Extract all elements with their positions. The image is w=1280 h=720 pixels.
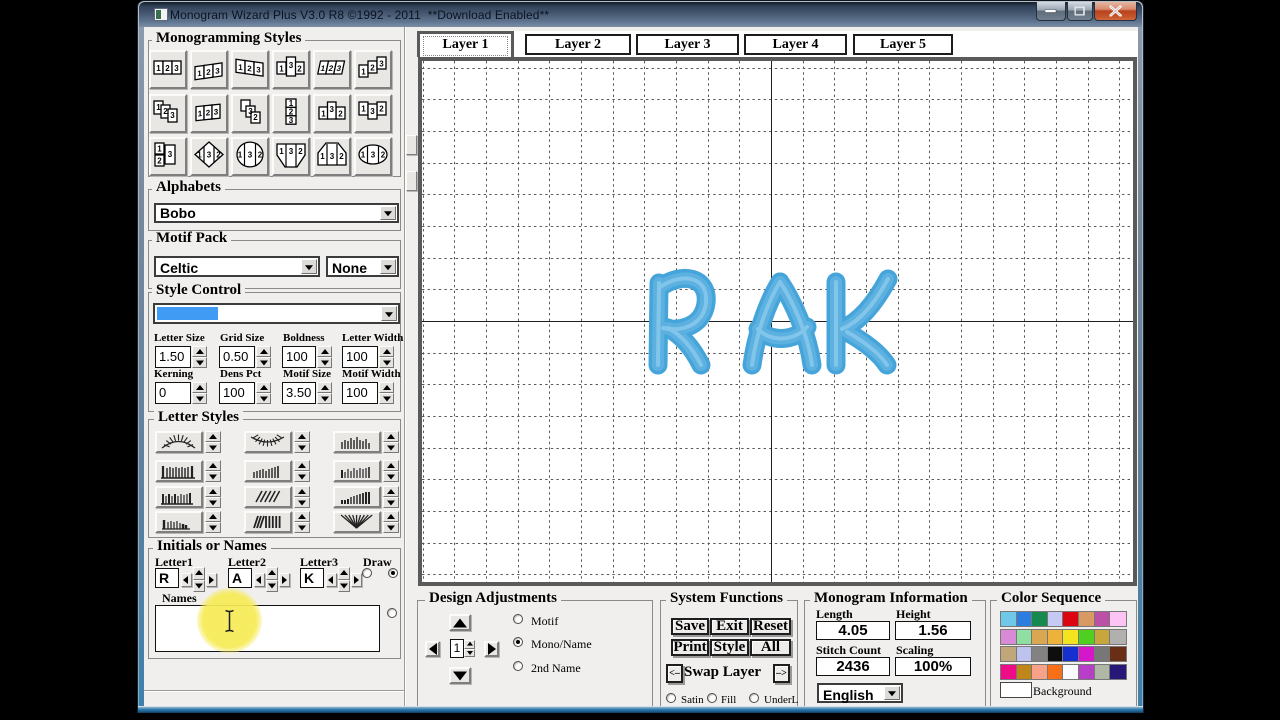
svg-text:1: 1 — [197, 69, 202, 79]
svg-text:3: 3 — [371, 151, 376, 160]
svg-text:2: 2 — [297, 65, 302, 74]
svg-text:3: 3 — [207, 151, 212, 160]
svg-text:2: 2 — [258, 151, 263, 160]
svg-text:1: 1 — [238, 151, 243, 160]
svg-text:3: 3 — [168, 150, 173, 159]
svg-text:1: 1 — [320, 152, 325, 161]
svg-text:1: 1 — [238, 63, 243, 73]
svg-text:2: 2 — [379, 105, 384, 114]
svg-text:1: 1 — [361, 68, 366, 77]
svg-text:3: 3 — [214, 107, 219, 116]
svg-text:1: 1 — [279, 147, 284, 156]
svg-text:2: 2 — [381, 151, 386, 160]
svg-text:1: 1 — [157, 145, 162, 154]
svg-text:2: 2 — [339, 152, 344, 161]
svg-text:2: 2 — [157, 157, 162, 166]
svg-text:2: 2 — [370, 64, 375, 73]
svg-text:2: 2 — [163, 107, 168, 116]
svg-text:1: 1 — [197, 151, 202, 160]
svg-text:1: 1 — [279, 65, 284, 74]
svg-text:3: 3 — [289, 147, 294, 156]
svg-text:1: 1 — [321, 110, 326, 119]
svg-text:1: 1 — [361, 151, 366, 160]
svg-text:1: 1 — [156, 103, 161, 112]
svg-text:3: 3 — [289, 61, 294, 70]
svg-text:2: 2 — [253, 113, 258, 122]
svg-text:3: 3 — [329, 105, 334, 114]
svg-text:3: 3 — [256, 65, 261, 75]
svg-text:3: 3 — [248, 151, 253, 160]
svg-text:1: 1 — [361, 105, 366, 114]
svg-text:2: 2 — [247, 64, 252, 74]
svg-text:2: 2 — [216, 151, 221, 160]
svg-text:2: 2 — [338, 110, 343, 119]
svg-text:2: 2 — [206, 67, 211, 77]
svg-text:3: 3 — [215, 66, 220, 76]
svg-text:2: 2 — [165, 64, 170, 73]
svg-text:2: 2 — [206, 108, 211, 117]
svg-text:1: 1 — [156, 64, 161, 73]
svg-text:3: 3 — [370, 107, 375, 116]
svg-text:3: 3 — [330, 152, 335, 161]
svg-text:3: 3 — [379, 60, 384, 69]
svg-text:3: 3 — [170, 111, 175, 120]
svg-text:3: 3 — [289, 116, 294, 125]
svg-text:3: 3 — [174, 64, 179, 73]
svg-text:1: 1 — [198, 109, 203, 118]
svg-text:2: 2 — [298, 147, 303, 156]
